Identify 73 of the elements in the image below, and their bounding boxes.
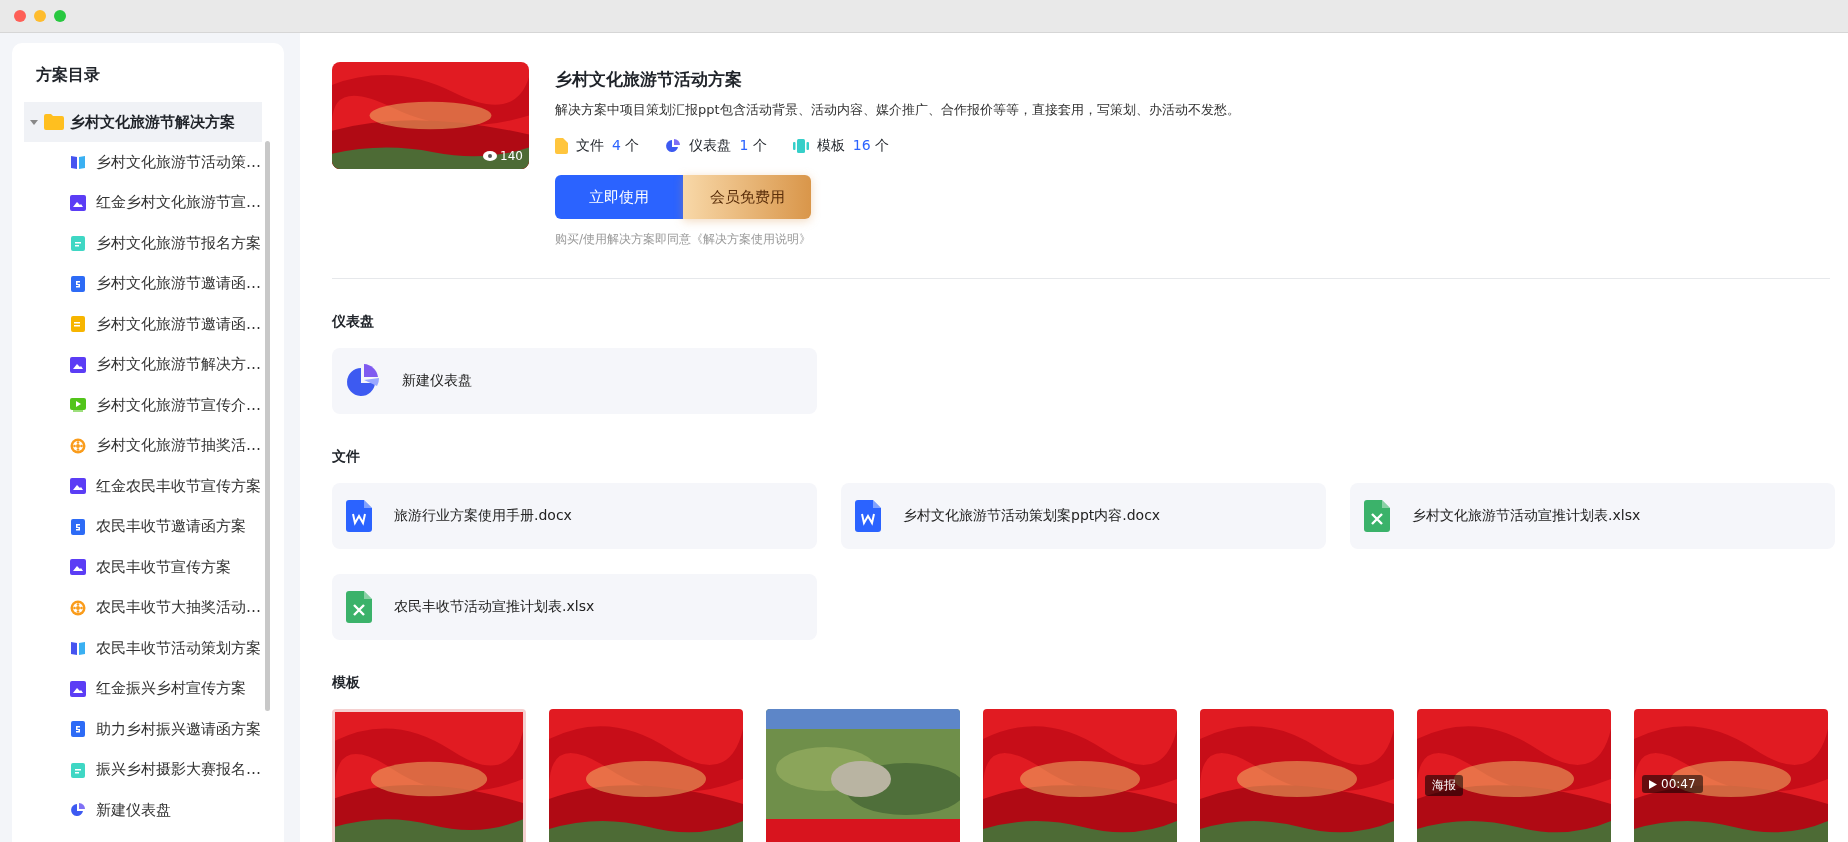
html-icon [70,275,86,292]
view-count: 140 [483,149,523,163]
eye-icon [483,151,498,161]
stat-count: 4 个 [612,137,640,155]
member-button[interactable]: 会员免费用 [683,175,811,219]
tree-item[interactable]: 乡村文化旅游节抽奖活… [12,425,284,466]
tree-item[interactable]: 助力乡村振兴邀请函方案 [12,709,284,750]
pie-chart-icon [665,138,682,154]
tree-item[interactable]: 乡村文化旅游节活动策… [12,142,284,183]
image-icon [70,478,86,495]
file-card[interactable]: 乡村文化旅游节活动宣推计划表.xlsx [1350,483,1835,549]
stat-count: 1 个 [739,137,767,155]
pie-chart-icon [70,802,86,819]
play-icon [70,397,86,414]
agreement-text: 购买/使用解决方案即同意《解决方案使用说明》 [555,231,813,248]
tree-item[interactable]: 乡村文化旅游节宣传介… [12,385,284,426]
pie-chart-icon [346,364,380,398]
wheel-icon [70,599,86,616]
tree-item[interactable]: 农民丰收节邀请函方案 [12,506,284,547]
file-card[interactable]: 乡村文化旅游节活动策划案ppt内容.docx [841,483,1326,549]
tree-item[interactable]: 农民丰收节活动策划方案 [12,628,284,669]
use-button[interactable]: 立即使用 [555,175,683,219]
stat-count: 16 个 [852,137,890,155]
document-icon [70,316,86,333]
poster-tag: 海报 [1425,775,1463,796]
tree-item[interactable]: 红金振兴乡村宣传方案 [12,668,284,709]
word-file-icon [346,500,372,532]
tree-item[interactable]: 乡村文化旅游节解决方… [12,344,284,385]
sidebar-title: 方案目录 [36,65,101,86]
tree-item[interactable]: 红金农民丰收节宣传方案 [12,466,284,507]
section-title: 文件 [332,448,361,466]
solution-description: 解决方案中项目策划汇报ppt包含活动背景、活动内容、媒介推广、合作报价等等，直接套用，写策划、办活动不发愁。 [555,101,1240,119]
tree-item[interactable]: 农民丰收节宣传方案 [12,547,284,588]
image-icon [70,356,86,373]
dashboard-card[interactable]: 新建仪表盘 [332,348,817,414]
tree-item[interactable]: 乡村文化旅游节解决方案 [24,102,262,142]
file-icon [555,138,568,154]
tree-item[interactable]: 乡村文化旅游节报名方案 [12,223,284,264]
book-icon [70,154,86,171]
tree-item[interactable]: 新建仪表盘 [12,790,284,831]
folder-icon [44,114,64,130]
clipboard-icon [70,235,86,252]
book-icon [70,640,86,657]
html-icon [70,518,86,535]
section-title: 模板 [332,674,361,692]
html-icon [70,721,86,738]
tree-item[interactable]: 乡村文化旅游节邀请函… [12,263,284,304]
image-icon [70,680,86,697]
wheel-icon [70,437,86,454]
section-title: 仪表盘 [332,313,375,331]
file-card[interactable]: 农民丰收节活动宣推计划表.xlsx [332,574,817,640]
image-icon [70,559,86,576]
caret-icon [30,119,38,125]
solution-title: 乡村文化旅游节活动方案 [555,68,743,91]
video-duration: 00:47 [1642,775,1703,793]
stat-label: 模板 [816,137,845,155]
close-button[interactable] [14,10,26,22]
tree-item[interactable]: 农民丰收节大抽奖活动… [12,587,284,628]
minimize-button[interactable] [34,10,46,22]
clipboard-icon [70,761,86,778]
tree-item[interactable]: 振兴乡村摄影大赛报名… [12,749,284,790]
template-icon [792,138,809,154]
file-card[interactable]: 旅游行业方案使用手册.docx [332,483,817,549]
excel-file-icon [346,591,372,623]
stat-label: 文件 [576,137,604,155]
stat-label: 仪表盘 [689,137,732,155]
tree-item[interactable]: 红金乡村文化旅游节宣… [12,182,284,223]
play-icon [1649,779,1657,789]
image-icon [70,194,86,211]
tree-item[interactable]: 乡村文化旅游节邀请函… [12,304,284,345]
word-file-icon [855,500,881,532]
zoom-button[interactable] [54,10,66,22]
excel-file-icon [1364,500,1390,532]
